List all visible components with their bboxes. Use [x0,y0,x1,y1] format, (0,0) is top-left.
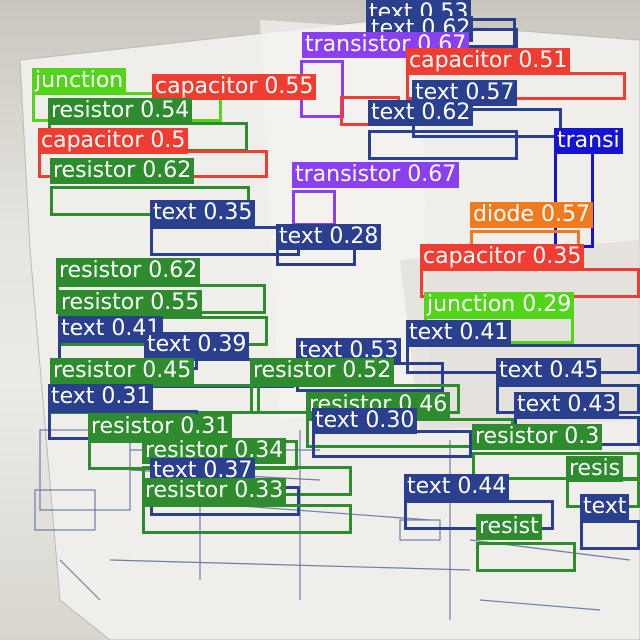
detection-label-resistor: resis [566,456,624,482]
detection-label-text: text 0.45 [496,358,602,384]
detection-box-transistor [292,190,336,226]
detection-label-text: text 0.28 [276,224,382,250]
detection-label-capacitor: capacitor 0.51 [406,48,571,74]
detection-label-text: text 0.30 [312,408,418,434]
detection-label-transistor: transistor 0.67 [292,162,460,188]
detection-label-text: text 0.39 [144,332,250,358]
detection-label-resistor: resistor 0.55 [58,290,203,316]
detection-box-resistor [476,542,576,572]
detection-label-text: text 0.35 [150,200,256,226]
detection-label-resistor: resistor 0.33 [142,478,287,504]
detection-label-resistor: resistor 0.3 [472,424,603,450]
detection-label-capacitor: capacitor 0.55 [152,74,317,100]
detection-label-junction: junction [32,68,127,94]
detection-label-capacitor: capacitor 0.5 [38,128,189,154]
detection-label-diode: diode 0.57 [470,202,594,228]
detection-label-text: text 0.31 [48,384,154,410]
detection-label-resistor: resistor 0.62 [56,258,201,284]
detection-label-resistor: resistor 0.31 [88,414,233,440]
detection-label-resistor: resistor 0.52 [250,358,395,384]
detection-label-text: text 0.44 [404,474,510,500]
detection-label-resistor: resistor 0.54 [48,98,193,124]
detection-box-text [312,430,472,458]
detection-label-resistor: resist [476,514,542,540]
detection-label-junction: junction 0.29 [424,292,575,318]
detection-label-text: text [580,494,630,520]
detection-label-transistor_alt: transi [554,128,623,154]
detection-label-capacitor: capacitor 0.35 [420,244,585,270]
detection-label-text: text 0.43 [514,392,620,418]
detection-label-resistor: resistor 0.62 [50,158,195,184]
detection-label-text: text 0.41 [406,320,512,346]
detection-box-resistor [142,504,352,534]
detection-box-text [580,520,640,550]
annotated-photo: text 0.53 text 0.62 transistor 0.67 capacit… [0,0,640,640]
detection-label-text: text 0.62 [368,100,474,126]
detection-label-resistor: resistor 0.45 [50,358,195,384]
detection-box-text [368,130,518,160]
